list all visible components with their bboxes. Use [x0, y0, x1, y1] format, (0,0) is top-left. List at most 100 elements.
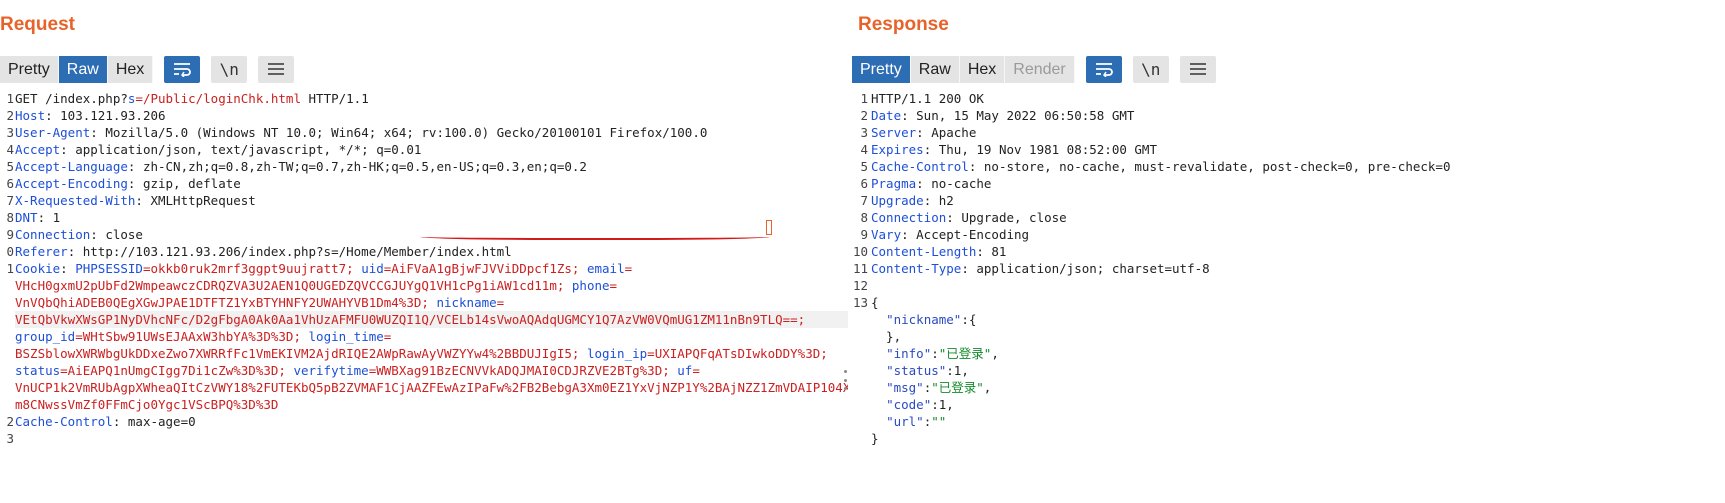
response-menu-button[interactable] — [1179, 55, 1216, 83]
tab-raw[interactable]: Raw — [58, 55, 108, 83]
code-token: Pragma — [871, 176, 917, 191]
code-line: Connection: Upgrade, close — [871, 209, 1450, 226]
code-token: : close — [90, 227, 143, 242]
code-token: login_ip — [586, 346, 648, 361]
line-number — [852, 345, 868, 362]
code-token: :1, — [946, 363, 969, 378]
tab-pretty[interactable]: Pretty — [852, 55, 911, 83]
code-token: =/Public/loginChk.html — [135, 91, 301, 106]
code-line: Server: Apache — [871, 124, 1450, 141]
request-code[interactable]: GET /index.php?s=/Public/loginChk.html H… — [15, 90, 851, 464]
line-number: 11 — [852, 261, 868, 276]
code-token: : gzip, deflate — [127, 176, 241, 191]
code-token: phone — [571, 278, 610, 293]
line-number — [852, 379, 868, 396]
code-token: email — [586, 261, 625, 276]
code-token: : 1 — [37, 210, 61, 225]
code-token: Host — [15, 108, 46, 123]
wrap-lines-icon — [174, 63, 192, 77]
code-line: Cache-Control: max-age=0 — [15, 413, 850, 430]
newline-toggle-button[interactable]: \n — [211, 55, 248, 83]
code-line: Upgrade: h2 — [871, 192, 1450, 209]
tab-hex[interactable]: Hex — [107, 55, 154, 83]
pane-resize-handle[interactable] — [843, 370, 847, 390]
line-number: 3 — [6, 431, 14, 446]
code-token: =WWBXag91BzECNVVkADQJMAI0CDJRZVE2BTg%3D; — [368, 363, 678, 378]
line-number — [0, 311, 14, 328]
code-token: : max-age=0 — [112, 414, 196, 429]
code-token: =okkb0ruk2mrf3ggpt9uujratt7; — [142, 261, 362, 276]
code-token: : h2 — [923, 193, 954, 208]
code-line: Accept-Language: zh-CN,zh;q=0.8,zh-TW;q=… — [15, 158, 850, 175]
line-number — [0, 447, 14, 464]
code-token: : — [60, 261, 76, 276]
tab-pretty[interactable]: Pretty — [0, 55, 59, 83]
code-line: "status":1, — [871, 362, 1450, 379]
response-code[interactable]: HTTP/1.1 200 OK Date: Sun, 15 May 2022 06… — [871, 90, 1450, 447]
code-token: =AiFVaA1gBjwFJVViDDpcf1Zs; — [383, 261, 587, 276]
code-token: Accept-Language — [15, 159, 128, 174]
request-toolbar: Pretty Raw Hex \n — [0, 55, 295, 83]
code-token: Cookie — [15, 261, 61, 276]
code-token: HTTP/1.1 200 OK — [871, 91, 984, 106]
code-line: status=AiEAPQ1nUmgCIgg7Di1cZw%3D%3D; ver… — [15, 362, 850, 379]
line-number: 9 — [6, 227, 14, 242]
line-number: 7 — [860, 193, 868, 208]
response-toolbar: Pretty Raw Hex Render \n — [852, 55, 1216, 83]
line-number — [0, 328, 14, 345]
request-menu-button[interactable] — [258, 55, 295, 83]
line-number: 7 — [6, 193, 14, 208]
code-token: = — [692, 363, 700, 378]
code-token: Content-Type — [871, 261, 962, 276]
code-token: Content-Length — [871, 244, 977, 259]
code-line: group_id=WHtSbw91UWsEJAAxW3hbYA%3D%3D; l… — [15, 328, 850, 345]
code-token: "code" — [886, 397, 932, 412]
line-number: 13 — [852, 295, 868, 310]
code-token: Accept — [15, 142, 61, 157]
line-number — [0, 294, 14, 311]
code-line: { — [871, 294, 1450, 311]
code-token: }, — [871, 329, 902, 344]
line-number — [0, 277, 14, 294]
line-number — [852, 430, 868, 447]
code-token: { — [871, 295, 879, 310]
code-line: }, — [871, 328, 1450, 345]
code-token: = — [609, 278, 618, 293]
code-line: Content-Type: application/json; charset=… — [871, 260, 1450, 277]
code-token: login_time — [308, 329, 384, 344]
code-token: : no-cache — [916, 176, 992, 191]
wrap-lines-button[interactable] — [1085, 55, 1122, 83]
code-token: Expires — [871, 142, 924, 157]
code-line: "code":1, — [871, 396, 1450, 413]
code-token: =WHtSbw91UWsEJAAxW3hbYA%3D%3D; — [75, 329, 309, 344]
line-number: 5 — [860, 159, 868, 174]
code-token: X-Requested-With — [15, 193, 136, 208]
code-token: m8CNwssVmZf0FFmCjo0Ygc1VScBPQ%3D%3D — [15, 397, 279, 412]
code-token: : 81 — [976, 244, 1007, 259]
code-token: DNT — [15, 210, 38, 225]
code-token: : Mozilla/5.0 (Windows NT 10.0; Win64; x… — [90, 125, 708, 140]
line-number: 3 — [860, 125, 868, 140]
code-token: "已登录" — [938, 346, 992, 361]
newline-icon: \n — [219, 59, 239, 79]
line-number: 4 — [6, 142, 14, 157]
code-token: : Upgrade, close — [946, 210, 1067, 225]
newline-toggle-button[interactable]: \n — [1132, 55, 1169, 83]
tab-hex[interactable]: Hex — [959, 55, 1006, 83]
tab-raw[interactable]: Raw — [910, 55, 960, 83]
line-number: 2 — [6, 108, 14, 123]
code-token: =UXIAPQFqATsDIwkoDDY%3D; — [647, 346, 828, 361]
code-token: : Apache — [916, 125, 977, 140]
line-number: 4 — [860, 142, 868, 157]
code-token: VnVQbQhiADEB0QEgXGwJPAE1DTFTZ1YxBTYHNFY2… — [15, 295, 437, 310]
line-number: 1 — [860, 91, 868, 106]
code-token: Vary — [871, 227, 902, 242]
code-token: : no-store, no-cache, must-revalidate, p… — [968, 159, 1451, 174]
wrap-lines-button[interactable] — [164, 55, 201, 83]
line-number: 5 — [6, 159, 14, 174]
